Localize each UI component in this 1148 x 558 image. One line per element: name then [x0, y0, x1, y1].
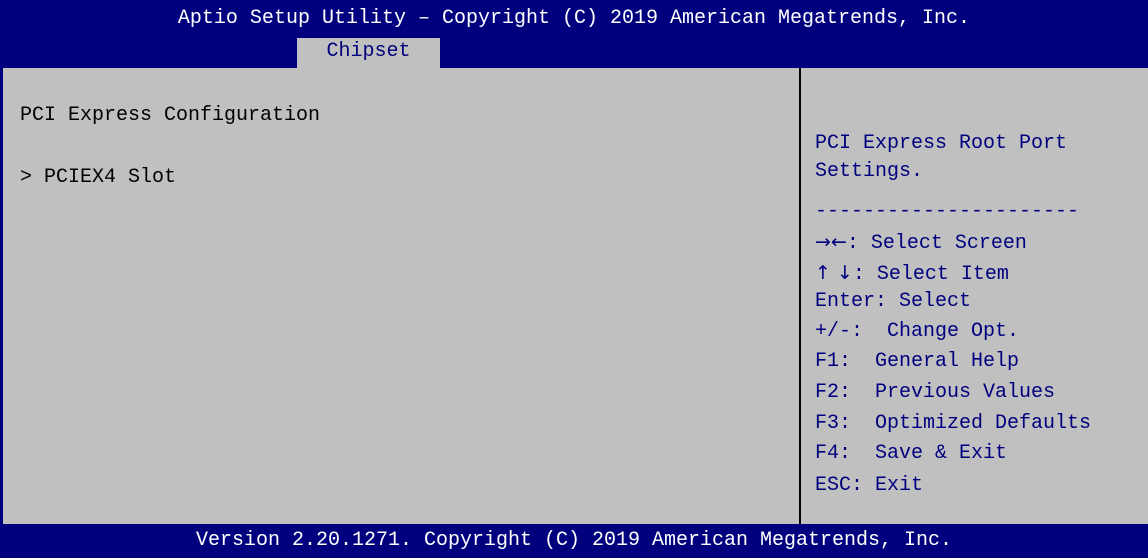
key-hint-key: F2: [815, 381, 840, 404]
key-hint-previous-values: F2: Previous Values: [815, 379, 1055, 407]
key-hint-exit: ESC: Exit: [815, 472, 923, 500]
key-hint-action: : Select: [875, 290, 972, 313]
bios-screen: Aptio Setup Utility – Copyright (C) 2019…: [0, 0, 1148, 558]
key-hint-action: : Select Screen: [846, 232, 1027, 255]
key-hint-key: F1: [815, 350, 840, 373]
key-hint-select-screen: →←: Select Screen: [815, 228, 1027, 258]
key-hint-optimized-defaults: F3: Optimized Defaults: [815, 410, 1091, 438]
section-title: PCI Express Configuration: [20, 104, 321, 127]
footer-version: Version 2.20.1271. Copyright (C) 2019 Am…: [0, 524, 1148, 558]
key-hint-key: Enter: [815, 290, 876, 313]
help-description-line-1: PCI Express Root Port: [815, 132, 1068, 155]
menu-item-pciex4-slot[interactable]: > PCIEX4 Slot: [20, 164, 176, 192]
help-separator: ----------------------: [815, 200, 1080, 223]
key-hint-key: F3: [815, 412, 840, 435]
left-border: [0, 68, 3, 524]
key-hint-general-help: F1: General Help: [815, 348, 1019, 376]
key-hint-key: ESC: [815, 474, 852, 497]
key-hint-action: : Optimized Defaults: [839, 412, 1092, 435]
key-hint-select-item: ↑ ↓: Select Item: [815, 259, 1009, 289]
key-hint-action: : Previous Values: [839, 381, 1056, 404]
panel-divider: [799, 68, 801, 524]
key-hint-key: +/-: [815, 320, 852, 343]
key-hint-save-exit: F4: Save & Exit: [815, 440, 1007, 468]
key-hint-key: F4: [815, 442, 840, 465]
up-down-arrows-icon: ↑ ↓: [815, 262, 853, 284]
app-title: Aptio Setup Utility – Copyright (C) 2019…: [177, 7, 971, 30]
key-hint-action: : Exit: [851, 474, 924, 497]
help-description-line-2: Settings.: [815, 160, 924, 183]
key-hint-action: : Save & Exit: [839, 442, 1008, 465]
header-bar: Aptio Setup Utility – Copyright (C) 2019…: [0, 0, 1148, 68]
key-hint-action: : Select Item: [852, 263, 1009, 286]
key-hint-action: : General Help: [839, 350, 1020, 373]
key-hint-enter: Enter: Select: [815, 288, 971, 316]
key-hint-change-opt: +/-: Change Opt.: [815, 318, 1019, 346]
tab-chipset[interactable]: Chipset: [297, 38, 440, 68]
left-right-arrows-icon: →←: [815, 231, 847, 253]
key-hint-action: : Change Opt.: [851, 320, 1020, 343]
